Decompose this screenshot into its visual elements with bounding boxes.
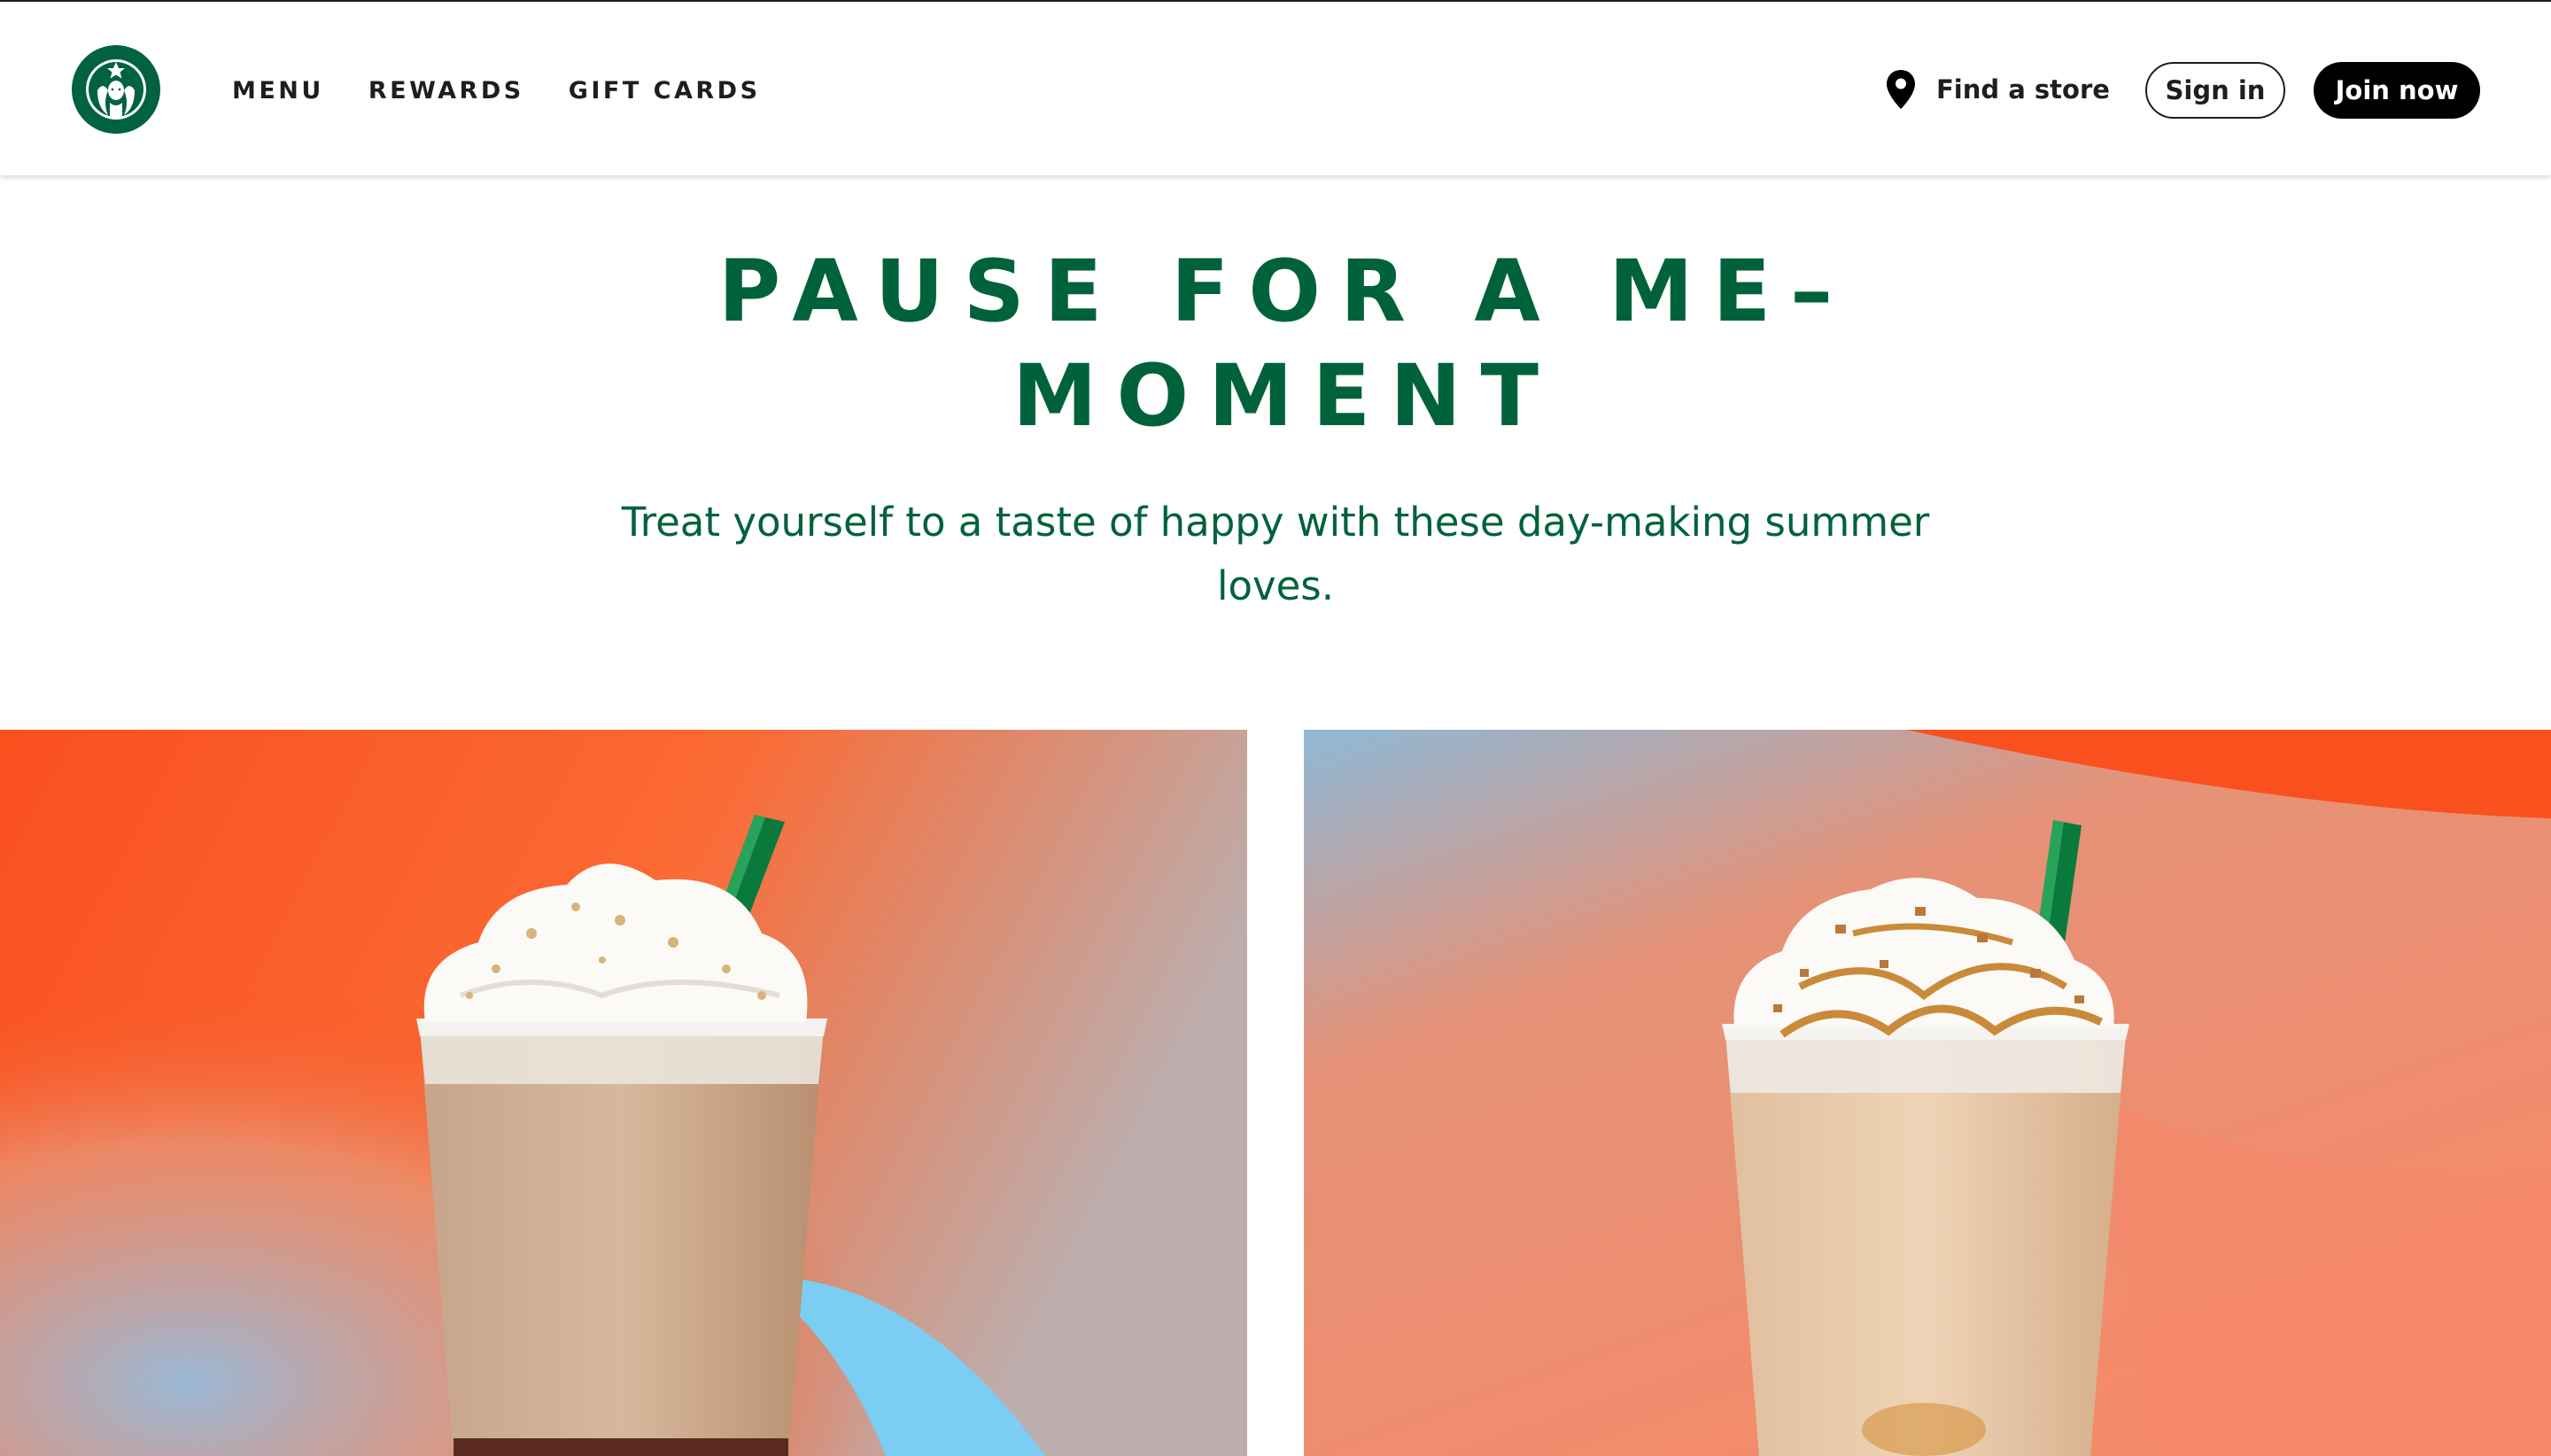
join-now-button[interactable]: Join now xyxy=(2314,62,2480,119)
caramel-frappuccino-image xyxy=(1304,730,2551,1456)
find-store-label: Find a store xyxy=(1936,74,2110,105)
nav-gift-cards[interactable]: GIFT CARDS xyxy=(569,75,761,107)
hero-title-line-2: MOMENT xyxy=(1012,346,1559,445)
hero-title: PAUSE FOR A ME– MOMENT xyxy=(0,239,2551,448)
starbucks-logo-icon[interactable] xyxy=(71,44,161,135)
site-header: MENU REWARDS GIFT CARDS Find a store Sig… xyxy=(0,2,2551,175)
main-nav: MENU REWARDS GIFT CARDS xyxy=(232,75,761,107)
graham-frappuccino-image xyxy=(0,730,1247,1456)
location-pin-icon xyxy=(1887,70,1915,109)
hero-subtitle-line-1: Treat yourself to a taste of happy with … xyxy=(621,499,1930,546)
product-card-caramel-frappuccino[interactable] xyxy=(1304,730,2551,1456)
sign-in-button[interactable]: Sign in xyxy=(2145,62,2285,119)
hero-subtitle: Treat yourself to a taste of happy with … xyxy=(567,491,1984,618)
nav-rewards[interactable]: REWARDS xyxy=(368,75,524,107)
nav-menu[interactable]: MENU xyxy=(232,75,324,107)
hero-subtitle-line-2: loves. xyxy=(1216,562,1335,609)
product-card-graham-frappuccino[interactable] xyxy=(0,730,1247,1456)
hero-title-line-1: PAUSE FOR A ME– xyxy=(717,242,1853,341)
find-store-link[interactable]: Find a store xyxy=(1885,69,2110,110)
